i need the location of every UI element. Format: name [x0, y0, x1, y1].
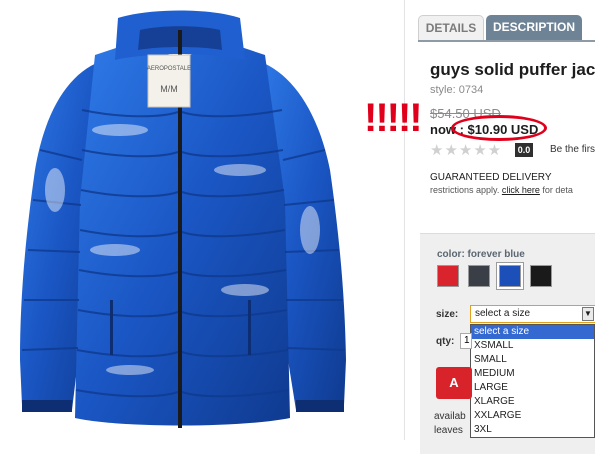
swatch-black[interactable] [530, 265, 552, 287]
availability-text: availab [434, 411, 466, 422]
tab-description[interactable]: DESCRIPTION [486, 15, 582, 40]
product-image: AEROPOSTALE M/M [20, 10, 346, 428]
size-option[interactable]: 3XL [471, 423, 594, 437]
size-option[interactable]: select a size [471, 325, 594, 339]
restrictions-note: restrictions apply. click here for deta [430, 185, 573, 195]
svg-text:AEROPOSTALE: AEROPOSTALE [147, 66, 191, 72]
rating-stars[interactable]: ★★★★★ [430, 141, 502, 159]
size-option[interactable]: MEDIUM [471, 367, 594, 381]
color-label: color: forever blue [437, 249, 525, 260]
size-select[interactable]: select a size ▼ [470, 305, 595, 323]
qty-label: qty: [436, 336, 455, 347]
click-here-link[interactable]: click here [502, 185, 540, 195]
swatch-red[interactable] [437, 265, 459, 287]
add-to-bag-button[interactable]: A [436, 367, 472, 399]
availability-text-2: leaves [434, 425, 463, 436]
size-option[interactable]: SMALL [471, 353, 594, 367]
restrictions-suffix: for deta [542, 185, 573, 195]
size-option[interactable]: XXLARGE [471, 409, 594, 423]
size-option[interactable]: XLARGE [471, 395, 594, 409]
style-number: style: 0734 [430, 84, 484, 96]
tabs-underline [418, 40, 595, 42]
size-option[interactable]: XSMALL [471, 339, 594, 353]
be-first-review-link[interactable]: Be the firs [550, 144, 595, 155]
vertical-divider [404, 0, 405, 440]
size-dropdown-list: select a size XSMALL SMALL MEDIUM LARGE … [470, 324, 595, 438]
swatch-forever-blue[interactable] [497, 263, 523, 289]
size-option[interactable]: LARGE [471, 381, 594, 395]
price-highlight-circle [451, 115, 547, 141]
exclamation-annotation: !!!!! [364, 96, 423, 140]
product-title: guys solid puffer jacke [430, 60, 595, 79]
dropdown-arrow-icon[interactable]: ▼ [582, 307, 594, 321]
rating-score-badge: 0.0 [515, 143, 533, 157]
restrictions-prefix: restrictions apply. [430, 185, 500, 195]
guaranteed-delivery-title: GUARANTEED DELIVERY [430, 172, 552, 183]
tab-details[interactable]: DETAILS [418, 15, 484, 40]
svg-text:M/M: M/M [160, 84, 178, 94]
size-select-value: select a size [475, 308, 531, 319]
size-label: size: [436, 309, 459, 320]
swatch-charcoal[interactable] [468, 265, 490, 287]
qty-input[interactable]: 1 [460, 333, 472, 349]
